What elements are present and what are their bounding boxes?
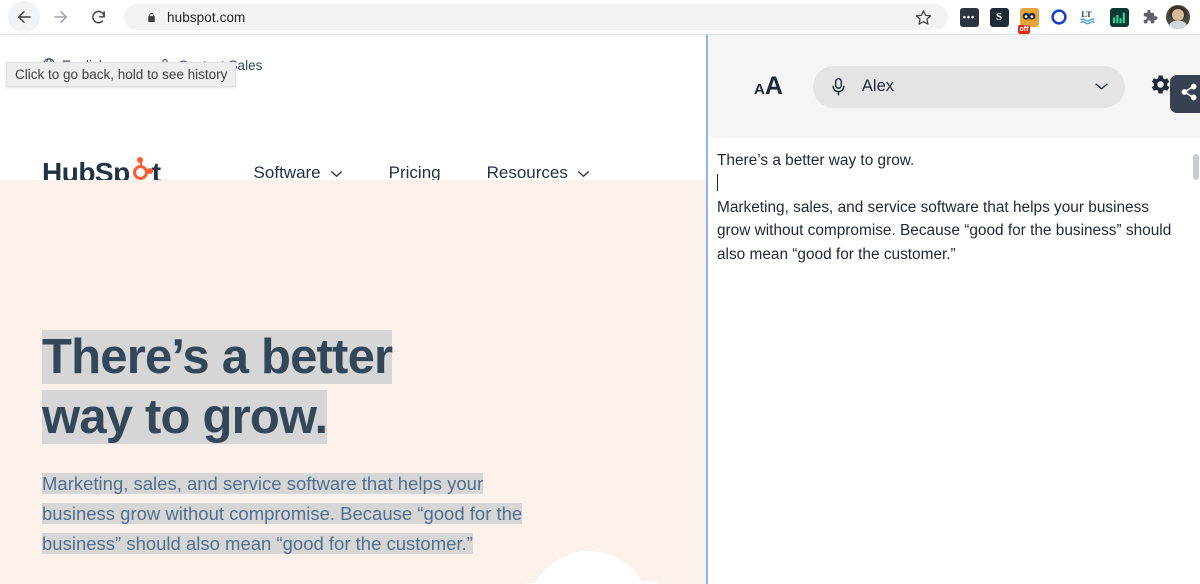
voice-selector[interactable]: Alex	[813, 66, 1125, 108]
hero-section: There’s a better way to grow. Marketing,…	[0, 180, 706, 584]
reader-panel: A A Alex	[708, 35, 1200, 584]
back-button-tooltip: Click to go back, hold to see history	[6, 62, 236, 87]
reload-button[interactable]	[82, 1, 114, 33]
arrow-right-icon	[52, 8, 70, 26]
languagetool-extension-icon[interactable]: LT	[1074, 2, 1104, 32]
reader-paragraph-1: There’s a better way to grow.	[717, 149, 1184, 172]
gear-icon	[1147, 72, 1172, 102]
address-bar[interactable]: hubspot.com	[124, 4, 948, 30]
owl-extension-icon[interactable]: off	[1014, 2, 1044, 32]
voice-name: Alex	[862, 77, 1094, 96]
reader-paragraph-2: Marketing, sales, and service software t…	[717, 196, 1184, 266]
avatar-shoulders	[1169, 21, 1187, 29]
url-text: hubspot.com	[167, 10, 915, 25]
owl-off-badge: off	[1018, 25, 1031, 34]
forward-button[interactable]	[45, 1, 77, 33]
font-size-small-label: A	[754, 81, 765, 98]
arrow-left-icon	[15, 8, 33, 26]
reload-icon	[90, 9, 107, 26]
back-button[interactable]	[8, 1, 40, 33]
site-header: English Contact Sales HubSp	[0, 35, 706, 180]
profile-avatar[interactable]	[1166, 5, 1190, 29]
chevron-down-icon[interactable]	[1094, 78, 1109, 96]
share-nodes-button[interactable]	[1170, 75, 1200, 113]
webpage-viewport: English Contact Sales HubSp	[0, 35, 706, 584]
headline-line-1: There’s a better	[42, 330, 392, 384]
settings-gear-button[interactable]	[1147, 72, 1172, 102]
reader-toolbar: A A Alex	[708, 35, 1200, 138]
font-size-large-label: A	[765, 72, 783, 101]
hero-subcopy: Marketing, sales, and service software t…	[42, 469, 542, 559]
hero-copy: There’s a better way to grow. Marketing,…	[42, 328, 542, 559]
reader-caret-line	[717, 172, 1184, 195]
subcopy-text: Marketing, sales, and service software t…	[42, 473, 522, 554]
grammarly-s-extension-icon[interactable]: S	[984, 2, 1014, 32]
share-nodes-icon	[1179, 82, 1199, 107]
circle-o-extension-icon[interactable]	[1044, 2, 1074, 32]
extensions-tray: ••• S off LT	[954, 2, 1200, 32]
hero-headline: There’s a better way to grow.	[42, 328, 542, 448]
lock-icon	[146, 11, 157, 24]
avatar-face	[1172, 9, 1184, 21]
sprocket-icon	[130, 160, 152, 182]
dots-extension-icon[interactable]: •••	[954, 2, 984, 32]
headline-line-2: way to grow.	[42, 390, 327, 444]
chart-extension-icon[interactable]	[1104, 2, 1134, 32]
browser-toolbar: hubspot.com ••• S off	[0, 0, 1200, 35]
font-size-control[interactable]: A A	[754, 72, 783, 101]
puzzle-extensions-icon[interactable]	[1134, 2, 1164, 32]
text-cursor	[717, 174, 718, 191]
star-icon[interactable]	[915, 9, 932, 26]
microphone-icon	[831, 77, 846, 97]
reader-content[interactable]: There’s a better way to grow. Marketing,…	[708, 138, 1200, 584]
panel-scrollbar[interactable]	[1193, 154, 1199, 180]
svg-text:LT: LT	[1081, 9, 1092, 19]
